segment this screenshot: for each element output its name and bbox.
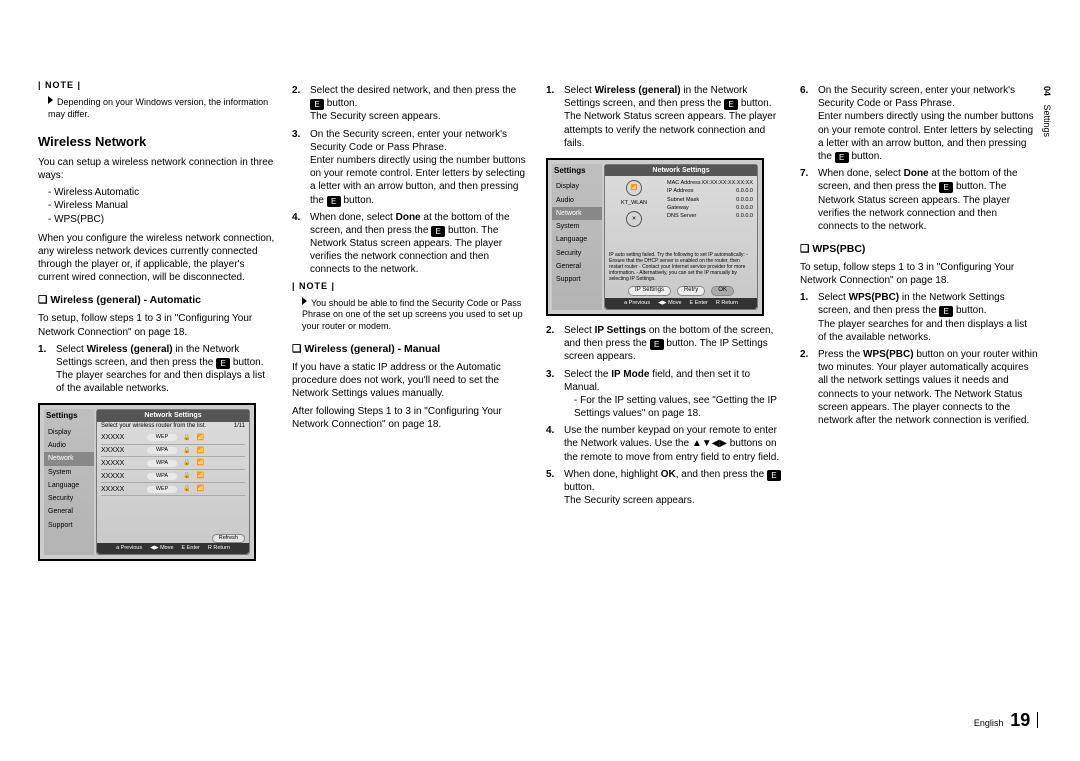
ordered-list: 1. Select Wireless (general) in the Netw… [38, 343, 276, 396]
note-body: You should be able to find the Security … [302, 297, 530, 334]
column-4: 6. On the Security screen, enter your ne… [800, 80, 1038, 569]
enter-icon: E [939, 182, 953, 193]
methods-list: Wireless Automatic Wireless Manual WPS(P… [48, 186, 276, 226]
subheading-manual: Wireless (general) - Manual [292, 343, 530, 357]
enter-icon: E [767, 470, 781, 481]
column-1: | NOTE | Depending on your Windows versi… [38, 80, 276, 569]
inset-main: Network Settings Select your wireless ro… [96, 409, 250, 555]
sub-intro: To setup, follow steps 1 to 3 in "Config… [38, 312, 276, 338]
enter-icon: E [835, 152, 849, 163]
footer-language: English [974, 718, 1004, 728]
lock-icon [183, 471, 190, 481]
signal-icon [196, 484, 203, 494]
subheading-automatic: Wireless (general) - Automatic [38, 294, 276, 308]
refresh-button: Refresh [212, 534, 245, 543]
method-item: Wireless Manual [48, 199, 276, 212]
triangle-icon [48, 96, 53, 104]
arrow-icons: ▲▼◀▶ [692, 438, 727, 449]
lock-icon [183, 458, 190, 468]
signal-icon [196, 471, 203, 481]
section-title-wireless-network: Wireless Network [38, 133, 276, 150]
method-item: Wireless Automatic [48, 186, 276, 199]
signal-icon [196, 433, 203, 443]
side-tab: 04 Settings [1042, 86, 1052, 137]
note-body: Depending on your Windows version, the i… [48, 96, 276, 121]
page-footer: English 19 [974, 710, 1038, 731]
footer-divider [1037, 712, 1038, 728]
chapter-title: Settings [1042, 105, 1052, 138]
enter-icon: E [310, 99, 324, 110]
method-item: WPS(PBC) [48, 213, 276, 226]
note-label: | NOTE | [292, 281, 530, 293]
subheading-wpspbc: WPS(PBC) [800, 243, 1038, 257]
step-body: Select Wireless (general) in the Network… [56, 343, 276, 396]
chapter-number: 04 [1042, 86, 1052, 96]
inset-sidebar: Settings Display Audio Network System La… [44, 409, 94, 555]
signal-icon [196, 446, 203, 456]
column-2: 2. Select the desired network, and then … [292, 80, 530, 569]
column-3: 1. Select Wireless (general) in the Netw… [546, 80, 784, 569]
lock-icon [183, 446, 190, 456]
enter-icon: E [939, 306, 953, 317]
footer-page-number: 19 [1010, 710, 1030, 730]
intro-text: You can setup a wireless network connect… [38, 156, 276, 182]
enter-icon: E [327, 196, 341, 207]
enter-icon: E [650, 339, 664, 350]
settings-inset-status: Settings Display Audio Network System La… [546, 158, 764, 316]
page-content: | NOTE | Depending on your Windows versi… [38, 80, 1038, 569]
enter-icon: E [431, 226, 445, 237]
lock-icon [183, 433, 190, 443]
enter-icon: E [216, 358, 230, 369]
enter-icon: E [724, 99, 738, 110]
signal-icon [196, 458, 203, 468]
step-number: 1. [38, 343, 56, 396]
settings-inset-networks: Settings Display Audio Network System La… [38, 403, 256, 561]
note-label: | NOTE | [38, 80, 276, 92]
globe-icon: ✕ [626, 211, 642, 227]
device-icon: 📶 [626, 180, 642, 196]
triangle-icon [302, 297, 307, 305]
lock-icon [183, 484, 190, 494]
warning-text: When you configure the wireless network … [38, 232, 276, 285]
